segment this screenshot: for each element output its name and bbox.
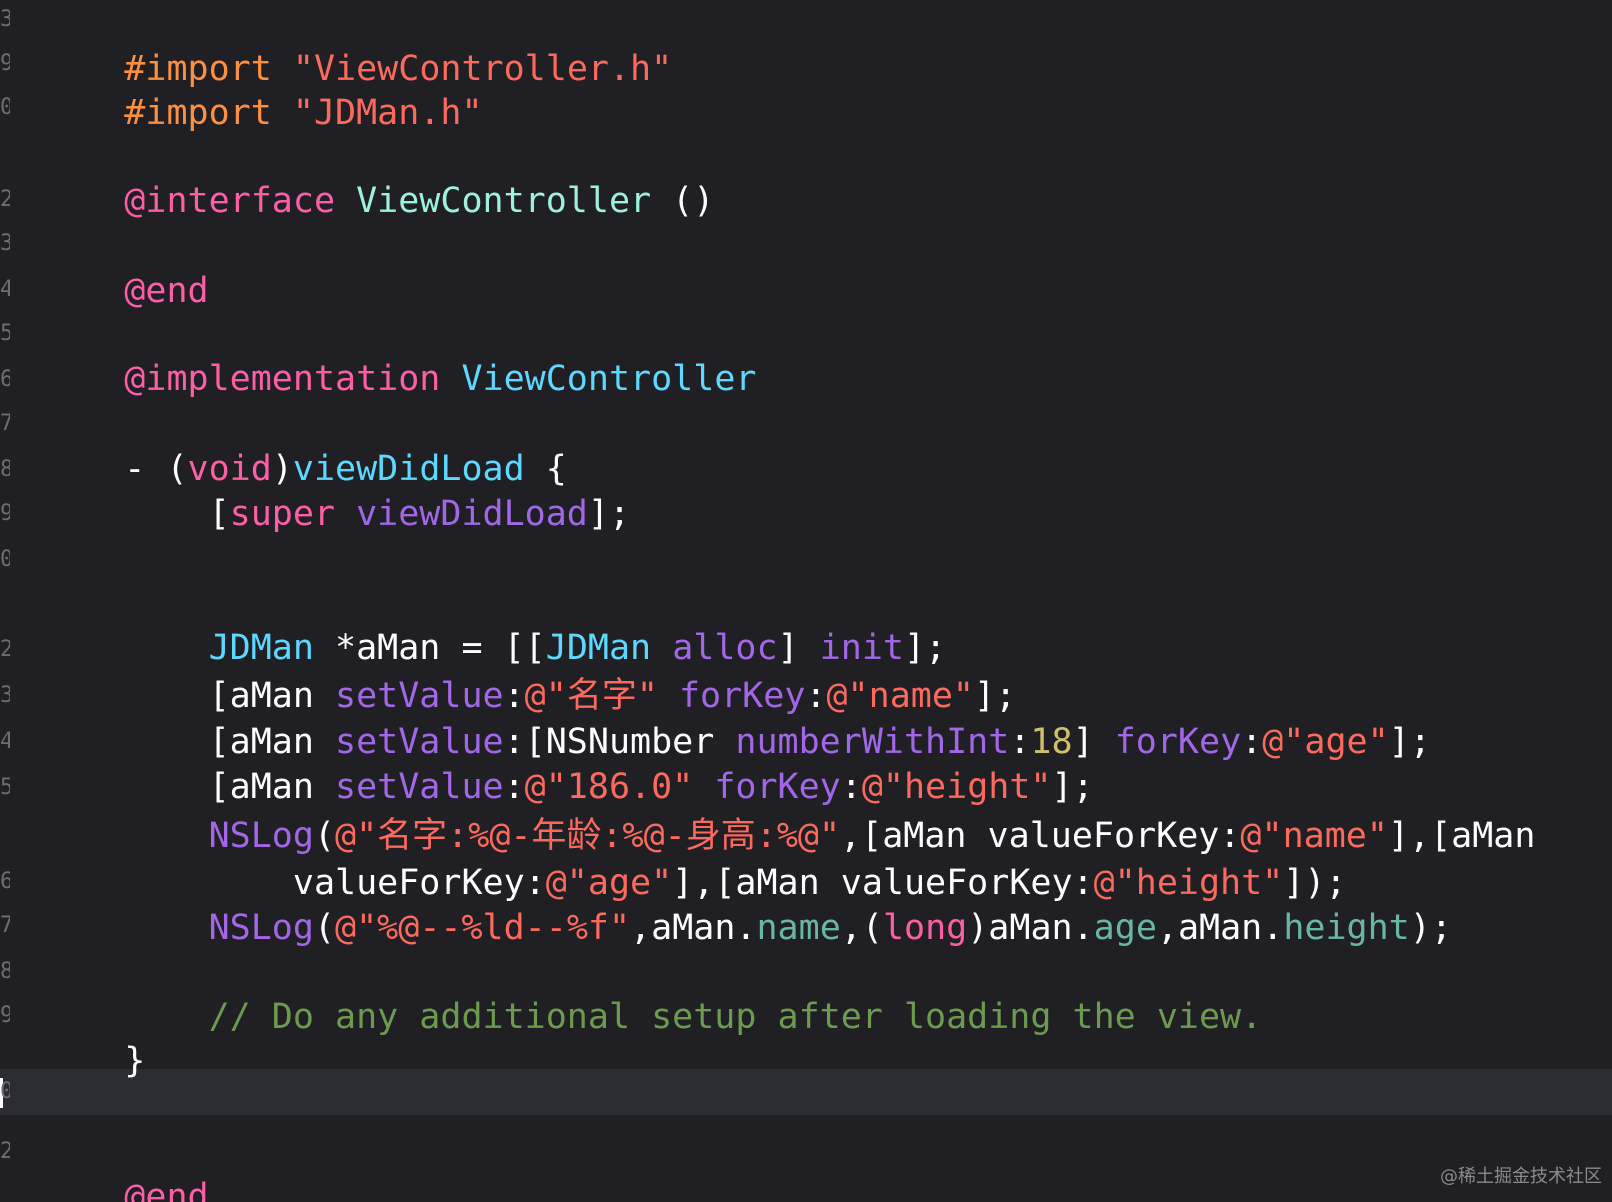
method-call: viewDidLoad (356, 494, 588, 534)
class-declaration: ViewController (356, 181, 652, 221)
line-number: 3 (0, 8, 10, 32)
code-line[interactable]: @end (40, 1128, 208, 1202)
line-number: 2 (0, 1140, 10, 1164)
line-number: 5 (0, 776, 10, 800)
code-line[interactable]: NSLog(@"%@--%ld--%f",aMan.name,(long)aMa… (40, 859, 1452, 948)
code-line[interactable]: NSLog(@"名字:%@-年龄:%@-身高:%@",[aMan valueFo… (40, 767, 1536, 856)
code-line[interactable]: @interface ViewController () (40, 132, 714, 221)
keyword: @end (124, 1177, 209, 1202)
line-number: 8 (0, 960, 10, 984)
keyword: @implementation (124, 359, 441, 399)
code-line[interactable]: - (void)viewDidLoad { (40, 400, 567, 489)
line-number: 7 (0, 412, 10, 436)
keyword: long (882, 908, 968, 948)
keyword: @end (124, 271, 209, 311)
line-number: 9 (0, 502, 10, 526)
property: height (1283, 908, 1410, 948)
code-line[interactable]: @end (40, 222, 208, 311)
code-line[interactable]: @implementation ViewController (40, 310, 756, 399)
line-number: 6 (0, 870, 10, 894)
punctuation: ,( (840, 908, 883, 948)
line-number: 8 (0, 458, 10, 482)
punctuation: ( (313, 908, 336, 948)
line-number: 5 (0, 322, 10, 346)
import-path: "JDMan.h" (292, 93, 483, 133)
line-number: 2 (0, 638, 10, 662)
comment: // Do any additional setup after loading… (124, 997, 1263, 1037)
code-line[interactable]: JDMan *aMan = [[JDMan alloc] init]; (40, 579, 947, 668)
line-number: 4 (0, 730, 10, 754)
class-name: ViewController (461, 359, 757, 399)
line-number: 2 (0, 188, 10, 212)
code-line[interactable]: [aMan setValue:[NSNumber numberWithInt:1… (40, 673, 1431, 762)
string-literal: @"%@--%ld--%f" (335, 908, 631, 948)
code-editor[interactable]: 3 9 0 2 3 4 5 6 7 8 9 0 2 3 4 5 6 7 8 9 … (0, 0, 1612, 1202)
line-number: 4 (0, 278, 10, 302)
line-number: 0 (0, 548, 10, 572)
watermark: @稀土掘金技术社区 (1440, 1166, 1602, 1187)
punctuation: ); (1409, 908, 1452, 948)
line-number: 0 (0, 96, 10, 120)
line-number: 6 (0, 368, 10, 392)
method-call: forKey (1114, 722, 1242, 762)
code-line[interactable]: valueForKey:@"age"],[aMan valueForKey:@"… (40, 814, 1347, 903)
punctuation: ]; (1388, 722, 1431, 762)
punctuation: [ (124, 494, 230, 534)
line-number: 7 (0, 914, 10, 938)
code-line[interactable]: [aMan setValue:@"186.0" forKey:@"height"… (40, 718, 1094, 807)
code-line[interactable]: } (40, 992, 145, 1081)
property: age (1093, 908, 1157, 948)
punctuation: () (651, 181, 715, 221)
preprocessor-directive: #import (124, 93, 272, 133)
line-number: 3 (0, 232, 10, 256)
code-text: ,aMan. (1156, 908, 1284, 948)
line-number: 9 (0, 1004, 10, 1028)
function-call: NSLog (208, 908, 314, 948)
code-line[interactable]: [super viewDidLoad]; (40, 445, 630, 534)
code-text: ],[aMan (1387, 816, 1536, 856)
closing-brace: } (124, 1041, 146, 1081)
code-line[interactable]: [aMan setValue:@"名字" forKey:@"name"]; (40, 627, 1017, 716)
code-text: ,aMan. (630, 908, 757, 948)
code-line[interactable]: #import "JDMan.h" (40, 44, 482, 133)
punctuation: : (1241, 722, 1263, 762)
property: name (756, 908, 841, 948)
keyword: super (229, 494, 336, 534)
code-line[interactable]: // Do any additional setup after loading… (40, 948, 1263, 1037)
string-literal: @"age" (1262, 722, 1389, 762)
punctuation: ]; (587, 494, 631, 534)
line-number: 3 (0, 684, 10, 708)
line-number: 9 (0, 52, 10, 76)
code-text: )aMan. (967, 908, 1094, 948)
keyword: @interface (124, 181, 336, 221)
code-line[interactable]: #import "ViewController.h" (40, 0, 672, 89)
line-number: 0 (0, 1080, 10, 1104)
current-line-highlight (0, 1069, 1612, 1115)
